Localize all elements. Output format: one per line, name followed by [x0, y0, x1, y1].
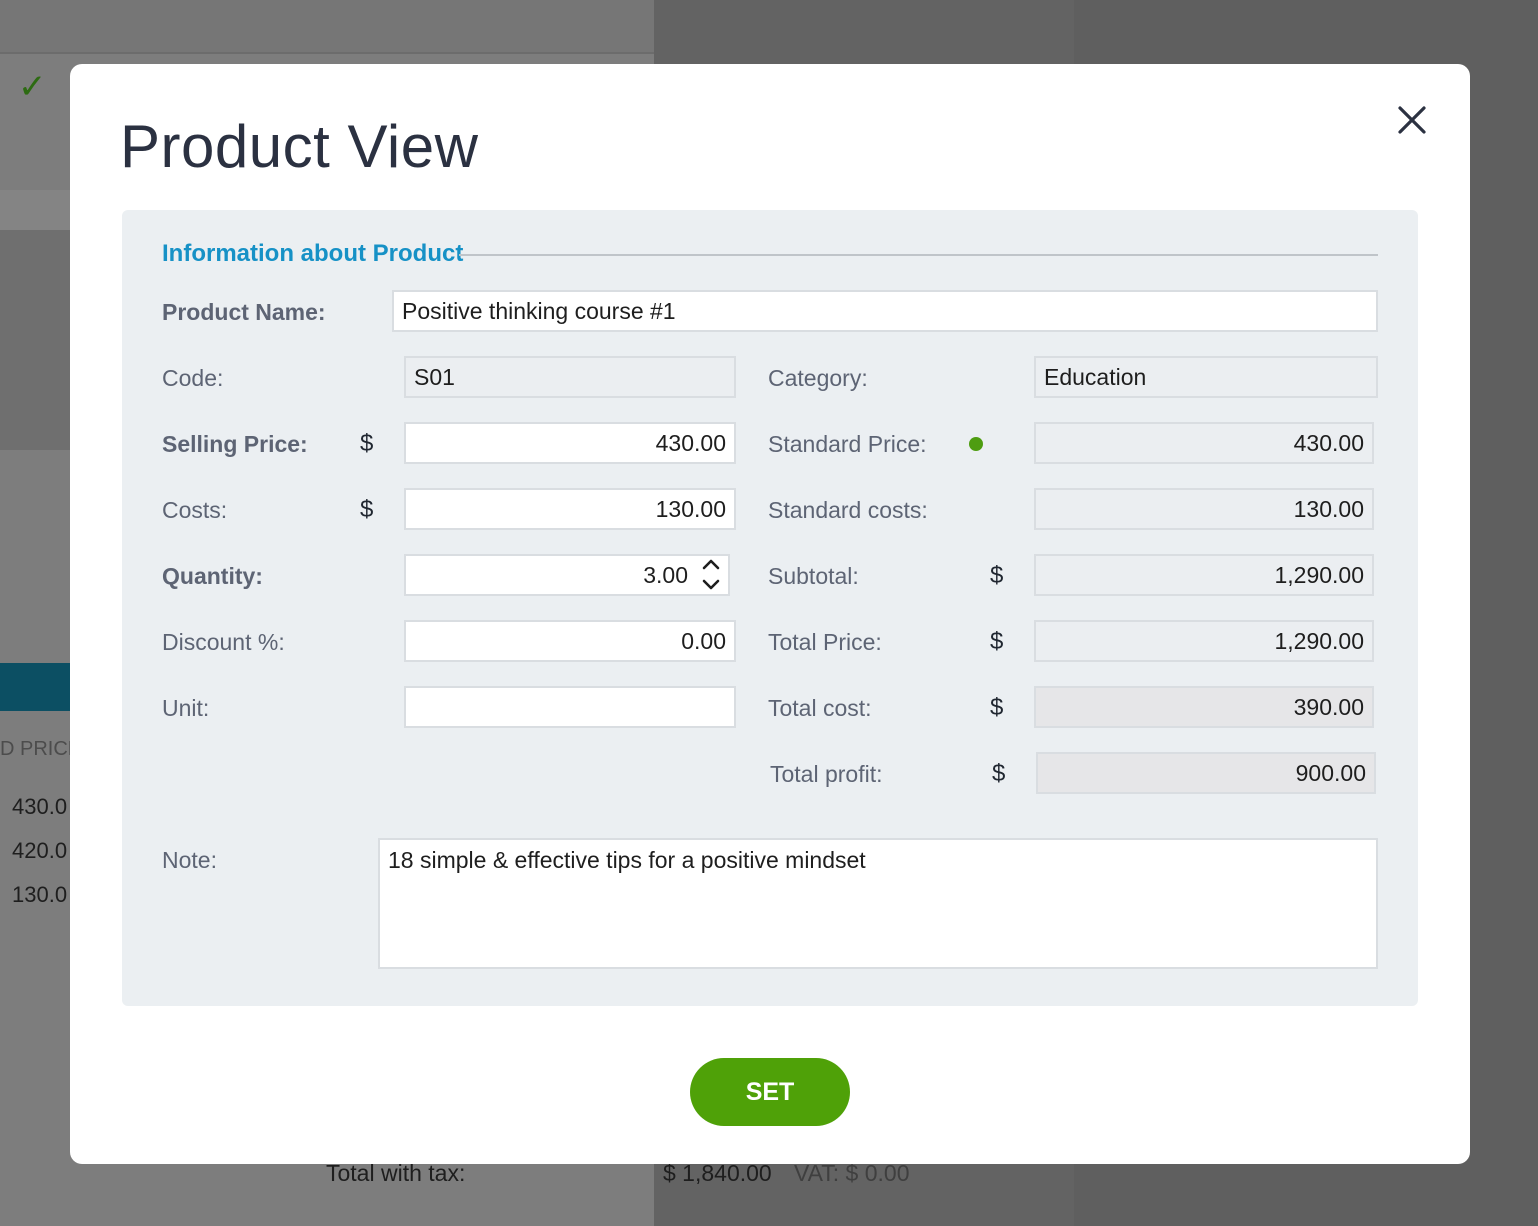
currency-symbol: $: [990, 694, 1004, 721]
background-cell: 130.0: [12, 882, 68, 907]
background-topbar: [0, 0, 654, 54]
product-info-panel: Information about Product Product Name: …: [122, 210, 1418, 1006]
quantity-decrement-button[interactable]: [700, 576, 722, 594]
standard-costs-label: Standard costs:: [768, 497, 928, 523]
total-price-field: [1034, 620, 1374, 662]
background-total-value: $ 1,840.00: [663, 1160, 772, 1186]
total-cost-field: [1034, 686, 1374, 728]
set-button[interactable]: SET: [690, 1058, 850, 1126]
selling-price-label: Selling Price:: [162, 431, 308, 457]
note-label: Note:: [162, 847, 217, 873]
modal-title: Product View: [120, 113, 479, 180]
product-name-label: Product Name:: [162, 299, 326, 325]
background-cell: 430.0: [12, 794, 68, 819]
status-dot: [969, 437, 983, 451]
product-name-input[interactable]: [392, 290, 1378, 332]
section-divider: [459, 254, 1378, 256]
unit-label: Unit:: [162, 695, 210, 721]
product-view-modal: Product View Information about Product P…: [70, 64, 1470, 1164]
total-price-label: Total Price:: [768, 629, 882, 655]
currency-symbol: $: [360, 496, 374, 523]
subtotal-field: [1034, 554, 1374, 596]
total-profit-label: Total profit:: [770, 761, 883, 787]
code-label: Code:: [162, 365, 224, 391]
subtotal-label: Subtotal:: [768, 563, 859, 589]
close-button[interactable]: [1392, 100, 1432, 140]
section-title: Information about Product: [162, 240, 464, 267]
close-icon: [1398, 106, 1426, 134]
currency-symbol: $: [990, 562, 1004, 589]
chevron-up-icon: [702, 559, 720, 570]
standard-price-field: [1034, 422, 1374, 464]
discount-label: Discount %:: [162, 629, 285, 655]
quantity-stepper[interactable]: [404, 554, 730, 596]
quantity-increment-button[interactable]: [700, 555, 722, 573]
costs-label: Costs:: [162, 497, 228, 523]
background-column-header: D PRICE: [0, 738, 82, 760]
category-label: Category:: [768, 365, 868, 391]
total-profit-field: [1036, 752, 1376, 794]
chevron-down-icon: [702, 579, 720, 590]
currency-symbol: $: [990, 628, 1004, 655]
currency-symbol: $: [992, 760, 1006, 787]
quantity-spinner: [700, 555, 722, 595]
discount-input[interactable]: [404, 620, 736, 662]
costs-input[interactable]: [404, 488, 736, 530]
background-total-label: Total with tax:: [326, 1160, 466, 1186]
standard-price-label: Standard Price:: [768, 431, 927, 457]
total-cost-label: Total cost:: [768, 695, 872, 721]
category-field: [1034, 356, 1378, 398]
quantity-label: Quantity:: [162, 563, 263, 589]
standard-costs-field: [1034, 488, 1374, 530]
code-field: [404, 356, 736, 398]
background-vat: VAT: $ 0.00: [794, 1160, 910, 1186]
unit-input[interactable]: [404, 686, 736, 728]
selling-price-input[interactable]: [404, 422, 736, 464]
check-icon: ✓: [18, 67, 47, 107]
background-cell: 420.0: [12, 838, 68, 863]
currency-symbol: $: [360, 430, 374, 457]
note-textarea[interactable]: 18 simple & effective tips for a positiv…: [378, 838, 1378, 969]
